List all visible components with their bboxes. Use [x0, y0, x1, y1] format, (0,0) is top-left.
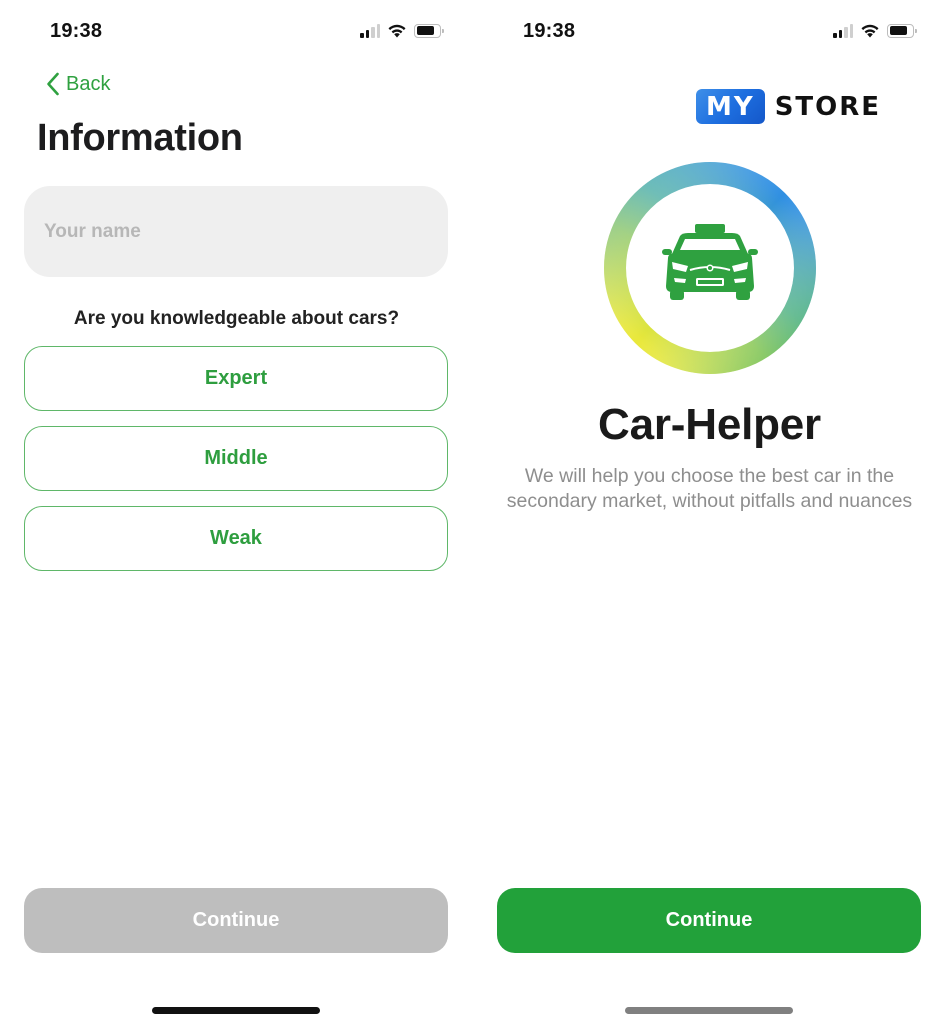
- continue-button[interactable]: Continue: [497, 888, 921, 953]
- brand-logo: MY STORE: [696, 89, 881, 124]
- battery-icon: [887, 23, 917, 38]
- status-icons: [833, 23, 917, 38]
- back-button[interactable]: Back: [46, 72, 110, 96]
- knowledge-question: Are you knowledgeable about cars?: [73, 308, 400, 329]
- app-logo: [604, 162, 816, 374]
- taxi-car-icon: [662, 224, 758, 300]
- gradient-ring-icon: [604, 162, 816, 374]
- wifi-icon: [388, 24, 406, 38]
- information-screen: 19:38 Back Information Are you knowledge…: [0, 0, 473, 1024]
- status-time: 19:38: [523, 20, 576, 42]
- status-time: 19:38: [50, 20, 103, 42]
- home-indicator[interactable]: [625, 1007, 793, 1014]
- status-icons: [360, 23, 444, 38]
- status-bar: 19:38: [0, 0, 473, 64]
- name-input[interactable]: [24, 186, 448, 277]
- wifi-icon: [861, 24, 879, 38]
- page-title: Information: [37, 117, 243, 159]
- brand-logo-store: STORE: [774, 91, 882, 122]
- cellular-signal-icon: [360, 23, 380, 38]
- status-bar: 19:38: [473, 0, 946, 64]
- option-middle-button[interactable]: Middle: [24, 426, 448, 491]
- home-indicator[interactable]: [152, 1007, 320, 1014]
- brand-logo-my: MY: [696, 89, 765, 124]
- option-weak-button[interactable]: Weak: [24, 506, 448, 571]
- welcome-screen: 19:38 MY STORE Car-Helper We will help y…: [473, 0, 946, 1024]
- battery-icon: [414, 23, 444, 38]
- cellular-signal-icon: [833, 23, 853, 38]
- back-label: Back: [66, 72, 111, 95]
- chevron-left-icon: [47, 72, 59, 96]
- app-description: We will help you choose the best car in …: [506, 465, 913, 512]
- app-name: Car-Helper: [598, 400, 821, 449]
- continue-button-disabled[interactable]: Continue: [24, 888, 448, 953]
- option-expert-button[interactable]: Expert: [24, 346, 448, 411]
